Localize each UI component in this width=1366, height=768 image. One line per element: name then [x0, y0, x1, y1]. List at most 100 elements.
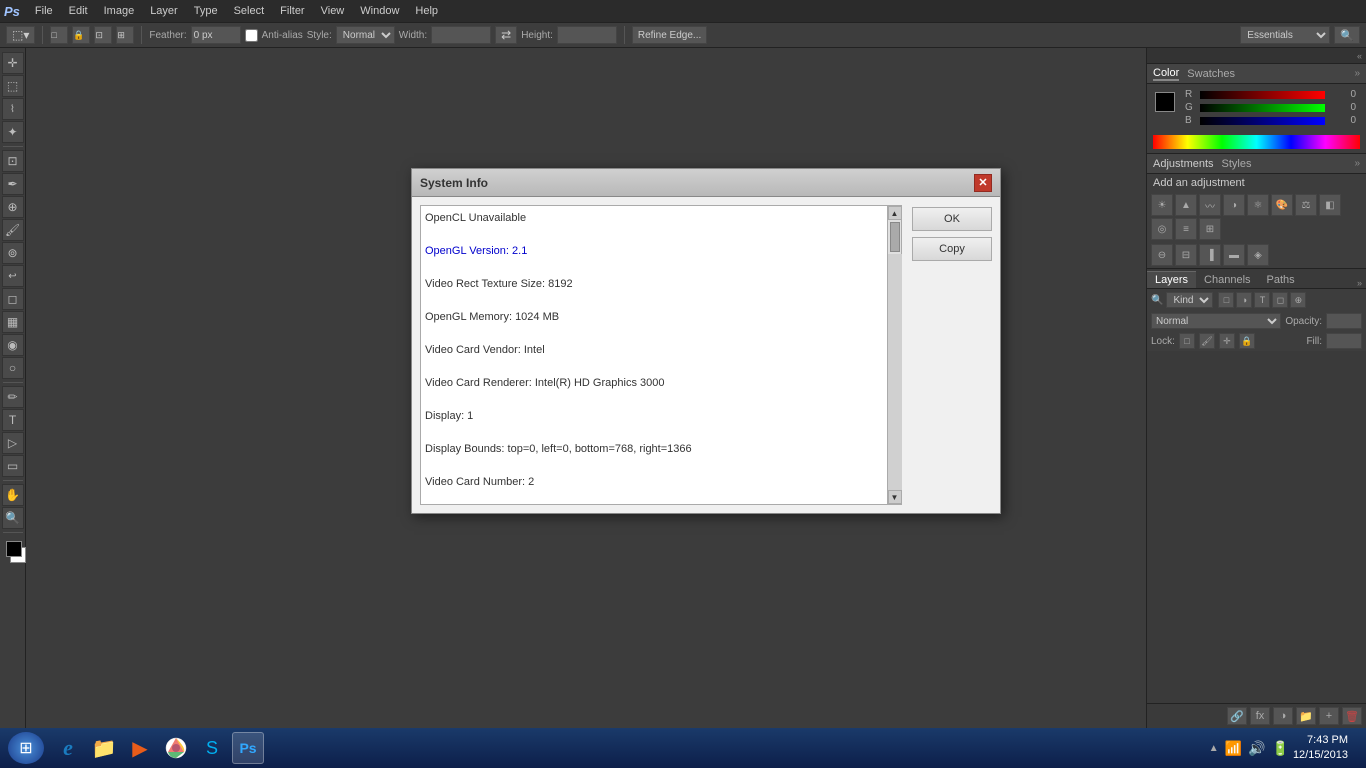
new-layer-button[interactable]: + — [1319, 707, 1339, 725]
new-layer-icon[interactable]: □ — [50, 26, 68, 44]
menu-file[interactable]: File — [28, 3, 60, 19]
color-lookup-icon[interactable]: ⊞ — [1199, 218, 1221, 240]
path-select-tool[interactable]: ▷ — [2, 432, 24, 454]
clone-tool[interactable]: ⊚ — [2, 242, 24, 264]
smart-filter-icon[interactable]: ⊕ — [1290, 292, 1306, 308]
levels-icon[interactable]: ▲ — [1175, 194, 1197, 216]
b-channel-bar[interactable] — [1200, 117, 1325, 125]
menu-type[interactable]: Type — [187, 3, 225, 19]
gradient-tool[interactable]: ▦ — [2, 311, 24, 333]
marquee-tool-options[interactable]: ⬚▾ — [6, 26, 35, 44]
delete-layer-button[interactable]: 🗑 — [1342, 707, 1362, 725]
antialias-checkbox[interactable] — [245, 29, 258, 42]
dialog-close-button[interactable]: ✕ — [974, 174, 992, 192]
styles-tab[interactable]: Styles — [1222, 158, 1252, 170]
photo-filter-icon[interactable]: ◎ — [1151, 218, 1173, 240]
dodge-tool[interactable]: ○ — [2, 357, 24, 379]
blur-tool[interactable]: ◉ — [2, 334, 24, 356]
color-swatch-fg[interactable] — [1155, 92, 1175, 112]
scroll-down-arrow[interactable]: ▼ — [888, 490, 902, 504]
color-panel-options[interactable]: » — [1354, 68, 1360, 79]
gradient-map-icon[interactable]: ▬ — [1223, 244, 1245, 266]
photoshop-taskbar-icon[interactable]: Ps — [232, 732, 264, 764]
start-button[interactable]: ⊞ — [8, 732, 44, 764]
layers-tab[interactable]: Layers — [1147, 271, 1196, 288]
scrollbar-thumb[interactable] — [890, 222, 900, 252]
menu-window[interactable]: Window — [353, 3, 406, 19]
crop-tool[interactable]: ⊡ — [2, 150, 24, 172]
brightness-contrast-icon[interactable]: ☀ — [1151, 194, 1173, 216]
pixel-filter-icon[interactable]: □ — [1218, 292, 1234, 308]
type-tool[interactable]: T — [2, 409, 24, 431]
marquee-tool[interactable]: ⬚ — [2, 75, 24, 97]
hue-sat-icon[interactable]: 🎨 — [1271, 194, 1293, 216]
tray-arrow[interactable]: ▲ — [1209, 743, 1219, 754]
menu-image[interactable]: Image — [97, 3, 142, 19]
swatches-tab[interactable]: Swatches — [1187, 68, 1235, 80]
brush-tool[interactable]: 🖌 — [2, 219, 24, 241]
lock-pixels-icon[interactable]: □ — [1179, 333, 1195, 349]
fill-input[interactable] — [1326, 333, 1362, 349]
scrollbar-track[interactable] — [888, 254, 902, 490]
workspace-search[interactable]: 🔍 — [1334, 26, 1360, 44]
scroll-up-arrow[interactable]: ▲ — [888, 206, 902, 220]
refine-edge-button[interactable]: Refine Edge... — [632, 26, 707, 44]
blend-mode-select[interactable]: Normal — [1151, 313, 1281, 329]
adjustment-filter-icon[interactable]: ◑ — [1236, 292, 1252, 308]
color-tab[interactable]: Color — [1153, 67, 1179, 81]
threshold-icon[interactable]: ▐ — [1199, 244, 1221, 266]
new-group-button[interactable]: 📁 — [1296, 707, 1316, 725]
channel-mixer-icon[interactable]: ≡ — [1175, 218, 1197, 240]
color-balance-icon[interactable]: ⚖ — [1295, 194, 1317, 216]
magic-wand-tool[interactable]: ✦ — [2, 121, 24, 143]
bw-icon[interactable]: ◧ — [1319, 194, 1341, 216]
eyedropper-tool[interactable]: ✒ — [2, 173, 24, 195]
color-spectrum[interactable] — [1153, 135, 1360, 149]
layers-kind-select[interactable]: Kind — [1166, 292, 1213, 308]
skype-icon[interactable]: S — [196, 732, 228, 764]
move-tool[interactable]: ✛ — [2, 52, 24, 74]
ok-button[interactable]: OK — [912, 207, 992, 231]
adjustments-options[interactable]: » — [1354, 158, 1360, 169]
type-filter-icon[interactable]: T — [1254, 292, 1270, 308]
channels-tab[interactable]: Channels — [1196, 271, 1258, 288]
feather-input[interactable] — [191, 26, 241, 44]
dialog-scrollbar[interactable]: ▲ ▼ — [888, 205, 902, 505]
hand-tool[interactable]: ✋ — [2, 484, 24, 506]
menu-help[interactable]: Help — [408, 3, 445, 19]
opacity-input[interactable] — [1326, 313, 1362, 329]
ie-icon[interactable]: e — [52, 732, 84, 764]
lasso-tool[interactable]: ⌇ — [2, 98, 24, 120]
add-mask-button[interactable]: ◑ — [1273, 707, 1293, 725]
media-player-icon[interactable]: ▶ — [124, 732, 156, 764]
foreground-color[interactable] — [6, 541, 22, 557]
healing-tool[interactable]: ⊕ — [2, 196, 24, 218]
menu-select[interactable]: Select — [227, 3, 272, 19]
lock-brush-icon[interactable]: 🖌 — [1199, 333, 1215, 349]
menu-view[interactable]: View — [314, 3, 352, 19]
taskbar-clock[interactable]: 7:43 PM 12/15/2013 — [1293, 733, 1348, 764]
shape-tool[interactable]: ▭ — [2, 455, 24, 477]
zoom-tool[interactable]: 🔍 — [2, 507, 24, 529]
lock-all-icon[interactable]: 🔒 — [1239, 333, 1255, 349]
crop-icon[interactable]: ⊡ — [94, 26, 112, 44]
eraser-tool[interactable]: ◻ — [2, 288, 24, 310]
chrome-icon[interactable] — [160, 732, 192, 764]
selective-color-icon[interactable]: ◈ — [1247, 244, 1269, 266]
explorer-icon[interactable]: 📁 — [88, 732, 120, 764]
lock-icon[interactable]: 🔒 — [72, 26, 90, 44]
height-input[interactable] — [557, 26, 617, 44]
invert-icon[interactable]: ⊖ — [1151, 244, 1173, 266]
history-brush[interactable]: ↩ — [2, 265, 24, 287]
lock-position-icon[interactable]: ✛ — [1219, 333, 1235, 349]
menu-edit[interactable]: Edit — [62, 3, 95, 19]
frame-icon[interactable]: ⊞ — [116, 26, 134, 44]
posterize-icon[interactable]: ⊟ — [1175, 244, 1197, 266]
width-input[interactable] — [431, 26, 491, 44]
add-style-button[interactable]: fx — [1250, 707, 1270, 725]
vibrance-icon[interactable]: ⚛ — [1247, 194, 1269, 216]
pen-tool[interactable]: ✏ — [2, 386, 24, 408]
layers-panel-options[interactable]: » — [1357, 278, 1362, 288]
r-channel-bar[interactable] — [1200, 91, 1325, 99]
curves-icon[interactable]: 〰 — [1199, 194, 1221, 216]
